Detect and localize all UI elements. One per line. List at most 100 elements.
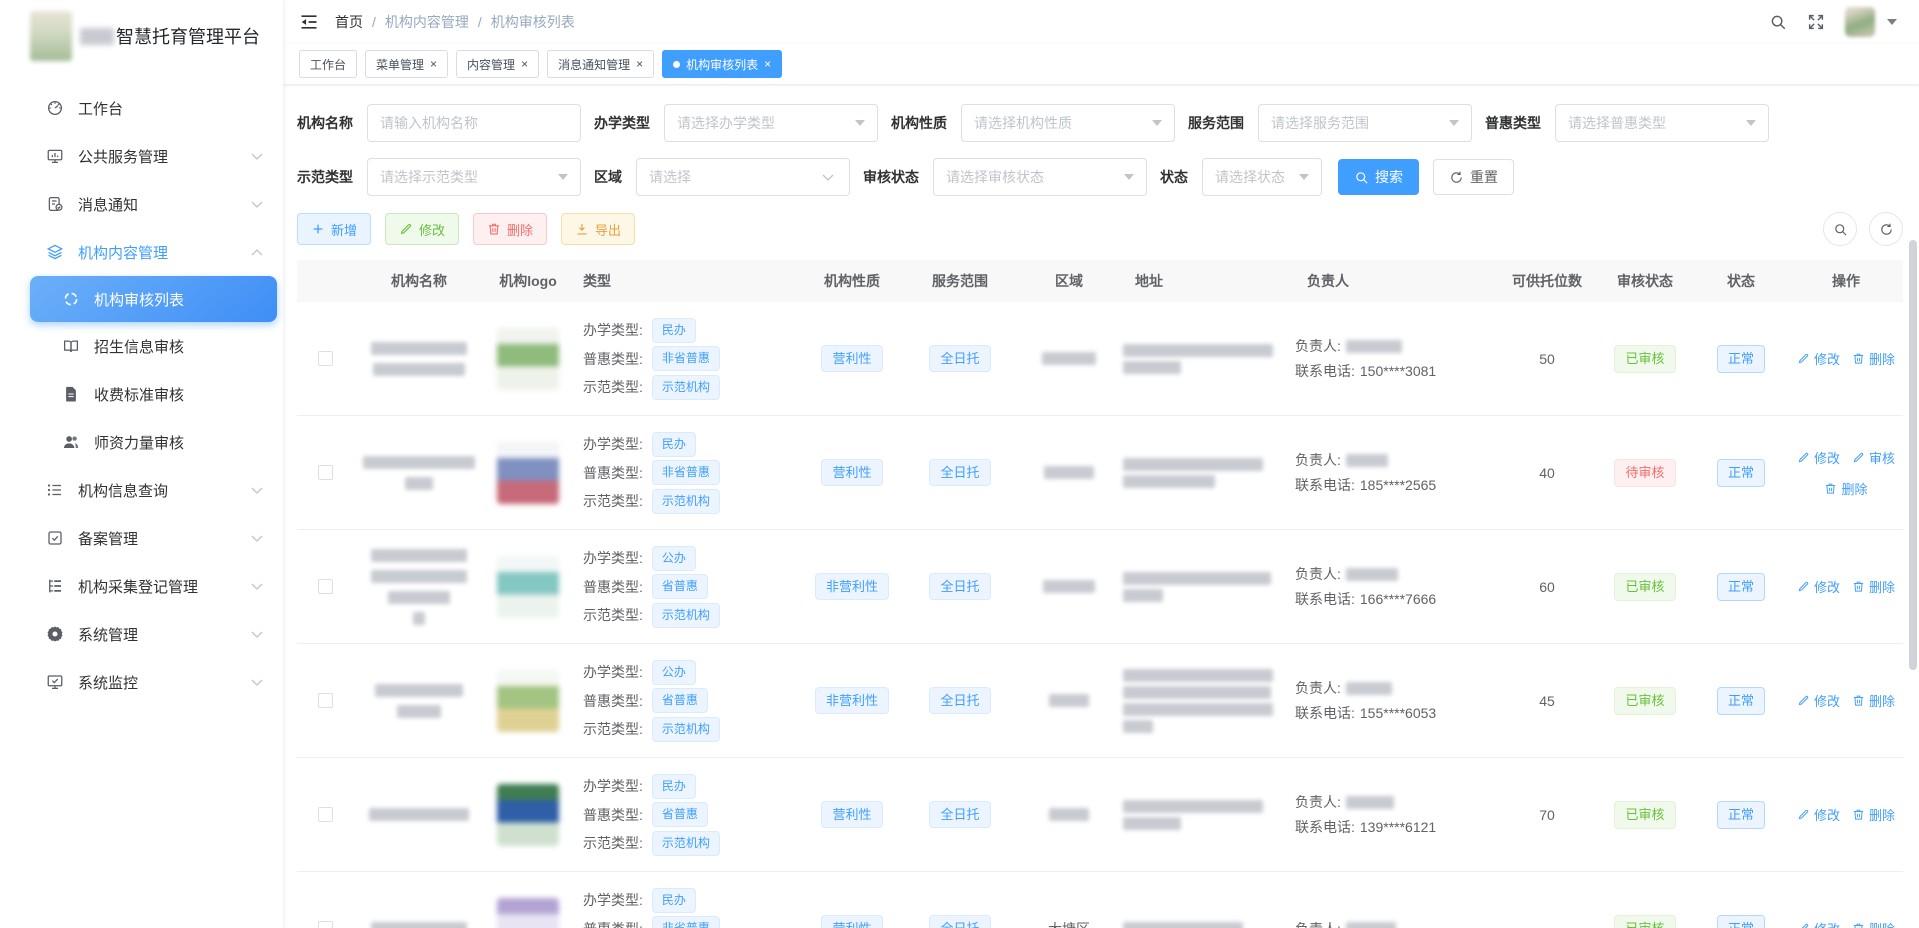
delete-icon: [487, 222, 501, 236]
school-type-tag: 民办: [652, 888, 696, 913]
audit-link[interactable]: 审核: [1852, 448, 1895, 467]
reset-button[interactable]: 重置: [1433, 159, 1514, 195]
search-button[interactable]: 搜索: [1338, 159, 1419, 195]
type-line: 普惠类型:省普惠: [571, 574, 799, 599]
sidebar-item-system-monitor[interactable]: 系统监控: [0, 658, 283, 706]
filter-field-benefit-type: 普惠类型请选择普惠类型: [1485, 104, 1769, 142]
avatar[interactable]: [1845, 7, 1875, 37]
row-checkbox[interactable]: [318, 807, 333, 822]
type-line: 普惠类型:非省普惠: [571, 916, 799, 928]
sidebar-item-teacher-audit[interactable]: 师资力量审核: [0, 418, 283, 466]
sidebar-item-message-notice[interactable]: 消息通知: [0, 180, 283, 228]
tab-workbench[interactable]: 工作台: [299, 50, 357, 78]
redacted-text: [405, 477, 433, 490]
row-checkbox[interactable]: [318, 693, 333, 708]
edit-link[interactable]: 修改: [1797, 919, 1840, 928]
table-refresh-button[interactable]: [1869, 212, 1903, 246]
type-cell: 办学类型:民办普惠类型:省普惠示范类型:示范机构: [571, 770, 799, 859]
sidebar-item-org-audit-list[interactable]: 机构审核列表: [30, 276, 277, 322]
search-icon[interactable]: [1769, 13, 1787, 31]
tab-close-icon[interactable]: ×: [764, 58, 771, 70]
tab-close-icon[interactable]: ×: [636, 58, 643, 70]
row-checkbox[interactable]: [318, 921, 333, 928]
sidebar-item-label: 备案管理: [78, 528, 138, 549]
delete-link[interactable]: 删除: [1852, 691, 1895, 710]
row-checkbox[interactable]: [318, 351, 333, 366]
delete-link[interactable]: 删除: [1852, 349, 1895, 368]
sidebar-item-workbench[interactable]: 工作台: [0, 84, 283, 132]
plus-icon: [311, 222, 325, 236]
fullscreen-icon[interactable]: [1807, 13, 1825, 31]
delete-link[interactable]: 删除: [1852, 919, 1895, 928]
row-checkbox[interactable]: [318, 579, 333, 594]
export-button[interactable]: 导出: [561, 213, 635, 245]
sidebar-item-label: 系统监控: [78, 672, 138, 693]
user-menu-caret-icon[interactable]: [1887, 19, 1897, 25]
demo-type-tag: 示范机构: [652, 717, 720, 742]
sidebar-item-fee-audit[interactable]: 收费标准审核: [0, 370, 283, 418]
benefit-type-tag: 省普惠: [652, 688, 708, 713]
audit-status-badge: 已审核: [1614, 915, 1675, 928]
tab-message-mgmt[interactable]: 消息通知管理×: [547, 50, 654, 78]
redacted-text: [1123, 344, 1273, 357]
demo-type-select[interactable]: 请选择示范类型: [367, 158, 581, 196]
select-placeholder: 请选择机构性质: [974, 113, 1072, 133]
caret-down-icon: [1124, 174, 1134, 180]
delete-link[interactable]: 删除: [1824, 479, 1867, 498]
demo-type-tag: 示范机构: [652, 603, 720, 628]
tab-content-mgmt[interactable]: 内容管理×: [456, 50, 539, 78]
sidebar-item-system-mgmt[interactable]: 系统管理: [0, 610, 283, 658]
edit-link[interactable]: 修改: [1797, 805, 1840, 824]
scope-tag: 全日托: [929, 687, 990, 714]
org-nature-select[interactable]: 请选择机构性质: [961, 104, 1175, 142]
sidebar-item-org-content[interactable]: 机构内容管理: [0, 228, 283, 276]
delete-icon: [1852, 808, 1865, 821]
filter-field-region: 区域请选择: [594, 158, 850, 196]
tab-close-icon[interactable]: ×: [521, 58, 528, 70]
row-checkbox[interactable]: [318, 465, 333, 480]
table-header-row: 机构名称机构logo类型机构性质服务范围区域地址负责人可供托位数审核状态状态操作: [297, 260, 1903, 302]
edit-link[interactable]: 修改: [1797, 349, 1840, 368]
add-button[interactable]: 新增: [297, 213, 371, 245]
delete-link[interactable]: 删除: [1852, 805, 1895, 824]
tab-close-icon[interactable]: ×: [430, 58, 437, 70]
edit-link[interactable]: 修改: [1797, 577, 1840, 596]
region-select[interactable]: 请选择: [636, 158, 850, 196]
service-scope-select[interactable]: 请选择服务范围: [1258, 104, 1472, 142]
filter-field-org-name: 机构名称请输入机构名称: [297, 104, 581, 142]
vertical-scrollbar[interactable]: [1909, 240, 1917, 670]
org-logo-image: [497, 670, 559, 732]
school-type-select[interactable]: 请选择办学类型: [664, 104, 878, 142]
status-select[interactable]: 请选择状态: [1202, 158, 1322, 196]
sidebar-item-public-service[interactable]: 公共服务管理: [0, 132, 283, 180]
audit-status-select[interactable]: 请选择审核状态: [933, 158, 1147, 196]
type-cell: 办学类型:公办普惠类型:省普惠示范类型:示范机构: [571, 656, 799, 745]
redacted-text: [1346, 796, 1394, 809]
benefit-type-select[interactable]: 请选择普惠类型: [1555, 104, 1769, 142]
list-icon: [46, 481, 64, 499]
org-name-input[interactable]: 请输入机构名称: [367, 104, 581, 142]
scope-tag: 全日托: [929, 573, 990, 600]
breadcrumb-item[interactable]: 首页: [335, 12, 363, 32]
edit-button[interactable]: 修改: [385, 213, 459, 245]
edit-link[interactable]: 修改: [1797, 691, 1840, 710]
edit-link[interactable]: 修改: [1797, 448, 1840, 467]
tab-org-audit-list[interactable]: 机构审核列表×: [662, 50, 782, 78]
scope-tag: 全日托: [929, 915, 990, 928]
sidebar-item-org-collect[interactable]: 机构采集登记管理: [0, 562, 283, 610]
nature-tag: 非营利性: [815, 573, 889, 600]
sidebar-item-org-info-query[interactable]: 机构信息查询: [0, 466, 283, 514]
column-header: 地址: [1123, 271, 1295, 291]
sidebar-item-enroll-audit[interactable]: 招生信息审核: [0, 322, 283, 370]
table-search-button[interactable]: [1823, 212, 1857, 246]
nature-tag: 营利性: [821, 801, 882, 828]
delete-link[interactable]: 删除: [1852, 577, 1895, 596]
delete-button[interactable]: 删除: [473, 213, 547, 245]
tab-menu-mgmt[interactable]: 菜单管理×: [365, 50, 448, 78]
sidebar-collapse-icon[interactable]: [299, 12, 319, 32]
select-placeholder: 请选择普惠类型: [1568, 113, 1666, 133]
sidebar-item-filing-mgmt[interactable]: 备案管理: [0, 514, 283, 562]
edit-icon: [1797, 922, 1810, 928]
region-cell: 大塘区: [1015, 919, 1123, 928]
input-placeholder: 请输入机构名称: [380, 113, 478, 133]
